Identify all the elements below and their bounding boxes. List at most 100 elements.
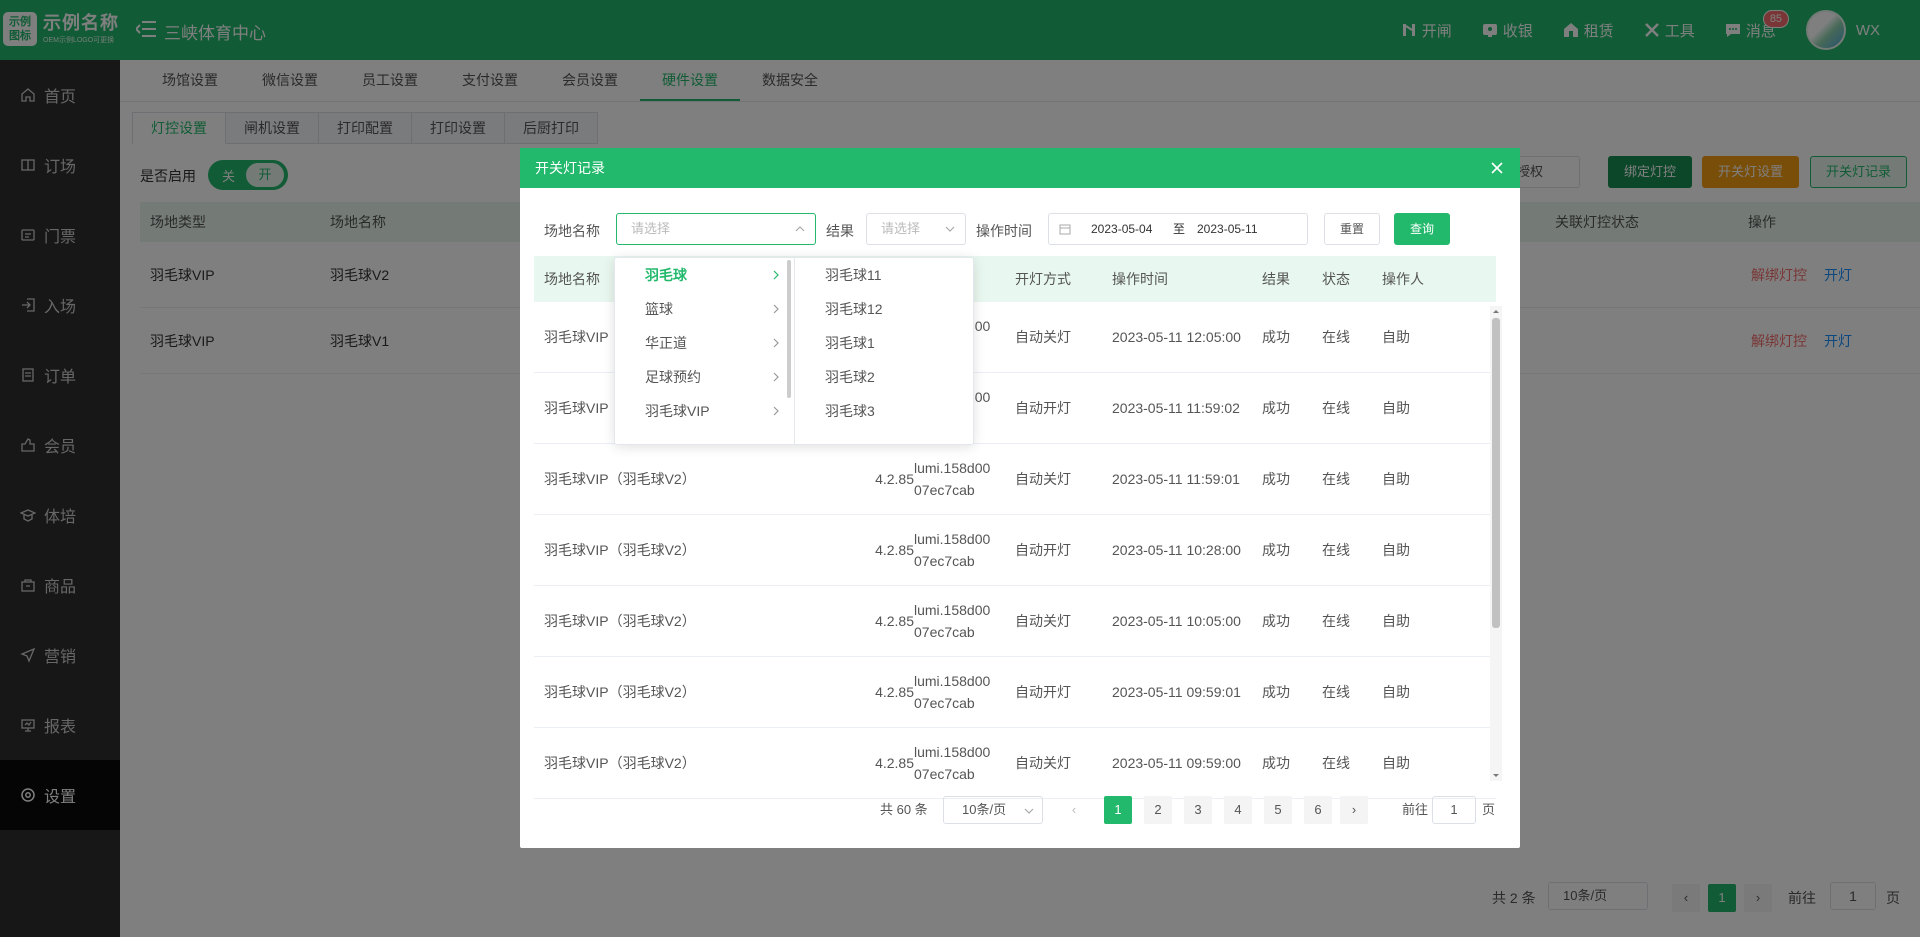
cascader-sub-option[interactable]: 羽毛球12: [795, 292, 975, 326]
device-id-line2: 07ec7cab: [914, 624, 975, 640]
record-row: 羽毛球VIP（羽毛球V2） 4.2.85 lumi.158d00 07ec7cab 自动…: [534, 444, 1496, 515]
date-from[interactable]: 2023-05-04: [1091, 214, 1152, 244]
cell-mode: 自动关灯: [1015, 613, 1071, 629]
col-mode: 开灯方式: [1015, 271, 1071, 287]
result-filter-label: 结果: [826, 223, 854, 239]
cell-operator: 自助: [1382, 471, 1410, 487]
col-status: 状态: [1322, 271, 1350, 287]
cascader-option[interactable]: 华正道: [615, 326, 794, 360]
scrollbar-thumb[interactable]: [1492, 318, 1500, 628]
dialog-page-button[interactable]: 1: [1104, 796, 1132, 824]
cell-mode: 自动关灯: [1015, 471, 1071, 487]
cell-venue: 羽毛球VIP: [544, 400, 609, 416]
cell-time: 2023-05-11 10:05:00: [1112, 613, 1241, 629]
cascader-option[interactable]: 篮球: [615, 292, 794, 326]
reset-button[interactable]: 重置: [1324, 213, 1381, 245]
record-row: 羽毛球VIP（羽毛球V2） 4.2.85 lumi.158d00 07ec7cab 自动…: [534, 515, 1496, 586]
dialog-next-page-button[interactable]: ›: [1340, 796, 1368, 824]
cascader-sub-option[interactable]: 羽毛球3: [795, 394, 975, 428]
col-time: 操作时间: [1112, 271, 1168, 287]
scroll-up-icon[interactable]: [1493, 308, 1499, 314]
dialog-page-button[interactable]: 4: [1224, 796, 1252, 824]
venue-select-placeholder: 请选择: [631, 221, 671, 236]
cell-device: lumi.158d00 07ec7cab: [914, 515, 990, 585]
dialog-goto-input[interactable]: 1: [1432, 796, 1476, 824]
cascader-sub-option[interactable]: 羽毛球1: [795, 326, 975, 360]
cell-version: 4.2.85: [875, 471, 914, 487]
cascader-option-label: 篮球: [645, 301, 673, 317]
dialog-page-size-value: 10条/页: [962, 802, 1007, 817]
chevron-up-icon: [795, 226, 805, 232]
cell-result: 成功: [1262, 613, 1290, 629]
dialog-total: 共 60 条: [880, 802, 928, 817]
cell-venue: 羽毛球VIP: [544, 329, 609, 345]
chevron-right-icon: [773, 270, 779, 280]
venue-filter-label: 场地名称: [544, 223, 600, 239]
chevron-right-icon: [773, 338, 779, 348]
dialog-page-size-select[interactable]: 10条/页: [943, 796, 1043, 824]
dialog-page-button[interactable]: 6: [1304, 796, 1332, 824]
chevron-right-icon: [773, 406, 779, 416]
date-separator: 至: [1173, 222, 1186, 236]
cascader-option-label: 足球预约: [645, 369, 701, 385]
device-id-line1: lumi.158d00: [914, 673, 991, 689]
cascader-option-label: 羽毛球: [645, 267, 687, 283]
cell-venue: 羽毛球VIP（羽毛球V2）: [544, 613, 696, 629]
chevron-right-icon: [773, 304, 779, 314]
cascader-sub-option[interactable]: 羽毛球11: [795, 258, 975, 292]
cascader-option[interactable]: 足球预约: [615, 360, 794, 394]
cascader-option[interactable]: 羽毛球: [615, 258, 794, 292]
cell-venue: 羽毛球VIP（羽毛球V2）: [544, 542, 696, 558]
cell-version: 4.2.85: [875, 542, 914, 558]
cell-device: lumi.158d00 07ec7cab: [914, 586, 990, 656]
cell-status: 在线: [1322, 400, 1350, 416]
cascader-option[interactable]: 羽毛球VIP: [615, 394, 794, 428]
cell-time: 2023-05-11 10:28:00: [1112, 542, 1241, 558]
cell-operator: 自助: [1382, 400, 1410, 416]
chevron-down-icon: [1024, 808, 1034, 814]
cell-operator: 自助: [1382, 329, 1410, 345]
dialog-prev-page-button[interactable]: ‹: [1060, 796, 1088, 824]
record-row: 羽毛球VIP（羽毛球V2） 4.2.85 lumi.158d00 07ec7cab 自动…: [534, 657, 1496, 728]
cell-operator: 自助: [1382, 684, 1410, 700]
cell-mode: 自动开灯: [1015, 542, 1071, 558]
result-select[interactable]: 请选择: [866, 213, 966, 245]
cell-status: 在线: [1322, 329, 1350, 345]
venue-cascader-dropdown: 羽毛球 篮球 华正道 足球预约 羽毛球VIP 羽毛球11 羽毛球12 羽毛球1 羽毛球2 羽毛球…: [614, 257, 974, 445]
dialog-page-button[interactable]: 2: [1144, 796, 1172, 824]
cell-operator: 自助: [1382, 613, 1410, 629]
cascader-level1: 羽毛球篮球华正道足球预约羽毛球VIP: [615, 258, 795, 444]
dialog-title: 开关灯记录: [535, 160, 605, 176]
query-button[interactable]: 查询: [1394, 213, 1451, 245]
cell-time: 2023-05-11 09:59:00: [1112, 755, 1241, 771]
scroll-down-icon[interactable]: [1493, 773, 1499, 779]
cell-mode: 自动开灯: [1015, 400, 1071, 416]
chevron-down-icon: [945, 226, 955, 232]
device-id-line2: 07ec7cab: [914, 482, 975, 498]
cell-mode: 自动关灯: [1015, 755, 1071, 771]
device-id-line1: lumi.158d00: [914, 744, 991, 760]
col-venue: 场地名称: [544, 271, 600, 287]
cell-mode: 自动开灯: [1015, 684, 1071, 700]
device-id-line2: 07ec7cab: [914, 766, 975, 782]
col-result: 结果: [1262, 271, 1290, 287]
cell-operator: 自助: [1382, 542, 1410, 558]
venue-select[interactable]: 请选择: [616, 213, 816, 245]
cell-time: 2023-05-11 09:59:01: [1112, 684, 1241, 700]
cell-status: 在线: [1322, 684, 1350, 700]
cascader-option-label: 羽毛球VIP: [645, 403, 710, 419]
table-scrollbar[interactable]: [1490, 306, 1502, 781]
device-id-line1: lumi.158d00: [914, 602, 991, 618]
cell-version: 4.2.85: [875, 613, 914, 629]
cascader-sub-option[interactable]: 羽毛球2: [795, 360, 975, 394]
date-to[interactable]: 2023-05-11: [1197, 214, 1258, 244]
cascader-scrollbar[interactable]: [787, 260, 791, 398]
date-range-picker[interactable]: 2023-05-04 至 2023-05-11: [1048, 213, 1308, 245]
dialog-page-button[interactable]: 3: [1184, 796, 1212, 824]
close-icon[interactable]: [1489, 160, 1505, 176]
cell-device: lumi.158d00 07ec7cab: [914, 728, 990, 798]
chevron-right-icon: [773, 372, 779, 382]
cell-venue: 羽毛球VIP（羽毛球V2）: [544, 755, 696, 771]
cell-status: 在线: [1322, 613, 1350, 629]
dialog-page-button[interactable]: 5: [1264, 796, 1292, 824]
